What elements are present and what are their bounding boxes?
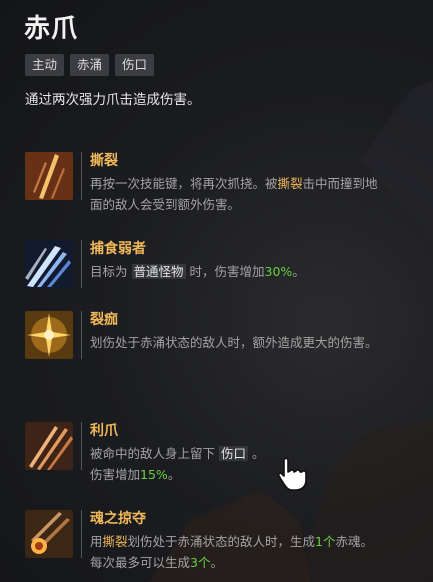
tag-wound: 伤口 [115,54,155,76]
skill-title: 赤爪 [24,14,79,44]
divider [81,422,82,470]
divider [81,152,82,200]
burst-icon [25,311,73,359]
keyword-tear: 撕裂 [277,176,303,191]
node-description: 再按一次技能键，将再次抓挠。被撕裂击中而撞到地 面的敌人会受到额外伤害。 [90,176,378,212]
claw-marks-icon [25,422,73,470]
divider [81,240,82,288]
tag-surge: 赤涌 [70,54,110,76]
node-description: 目标为 普通怪物 时，伤害增加30%。 [90,264,305,279]
node-title: 撕裂 [90,153,118,169]
keyword-tear: 撕裂 [102,534,128,549]
skill-description: 通过两次强力爪击造成伤害。 [25,92,201,108]
tag-active: 主动 [25,54,65,76]
divider [81,311,82,359]
node-description: 被命中的敌人身上留下 伤口 。 伤害增加15%。 [90,446,265,482]
value-highlight: 15% [140,467,168,482]
value-highlight: 3个 [190,555,211,570]
keyword-normal-monster: 普通怪物 [131,264,186,279]
node-description: 划伤处于赤涌状态的敌人时，额外造成更大的伤害。 [90,335,378,350]
node-title: 利爪 [90,423,118,439]
blue-claw-icon [25,240,73,288]
skill-tags: 主动 赤涌 伤口 [25,54,155,76]
divider [81,510,82,558]
claw-slash-icon [25,152,73,200]
value-highlight: 30% [264,264,293,279]
node-description: 用撕裂划伤处于赤涌状态的敌人时，生成1个赤魂。 每次最多可以生成3个。 [90,534,374,570]
soul-orb-icon [25,510,73,558]
node-title: 捕食弱者 [90,241,146,257]
node-title: 裂痂 [90,312,118,328]
hand-pointer-icon [276,456,312,496]
value-highlight: 1个 [315,534,336,549]
keyword-wound: 伤口 [219,446,249,461]
node-title: 魂之掠夺 [90,511,146,527]
